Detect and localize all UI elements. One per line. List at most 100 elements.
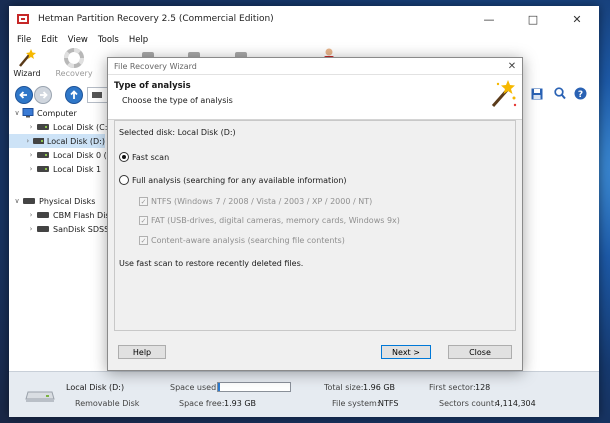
file-system-label: File system:	[332, 399, 380, 408]
selected-disk-label: Selected disk: Local Disk (D:)	[119, 128, 236, 137]
status-disk-name: Local Disk (D:)	[66, 383, 125, 392]
tree-sandisk-label: SanDisk SDSSD	[53, 224, 116, 234]
sidebar-tree: ∨ Computer › Local Disk (C:) › Local Dis…	[9, 106, 117, 371]
menu-file[interactable]: File	[12, 35, 36, 45]
wizard-label: Wizard	[13, 69, 41, 78]
save-disk-icon[interactable]	[531, 88, 543, 100]
first-sector-label: First sector:	[429, 383, 476, 392]
search-icon[interactable]	[554, 87, 566, 100]
chevron-right-icon[interactable]: ›	[23, 137, 32, 145]
minimize-button[interactable]: —	[467, 6, 511, 32]
ntfs-label: NTFS (Windows 7 / 2008 / Vista / 2003 / …	[151, 197, 373, 206]
svg-text:?: ?	[578, 90, 583, 100]
close-button[interactable]: Close	[448, 345, 512, 359]
space-free-label: Space free:	[179, 399, 225, 408]
hint-label: Use fast scan to restore recently delete…	[119, 259, 304, 268]
tree-physical-label: Physical Disks	[39, 196, 96, 206]
tree-disk-c-label: Local Disk (C:)	[53, 122, 111, 132]
tree-cbm-flash[interactable]: › CBM Flash Disk	[26, 208, 115, 222]
chevron-right-icon[interactable]: ›	[26, 151, 36, 159]
disk-drive-icon	[37, 166, 49, 172]
menu-help[interactable]: Help	[124, 35, 153, 45]
dialog-header: Type of analysis Choose the type of anal…	[108, 75, 522, 120]
tree-disk-c[interactable]: › Local Disk (C:)	[26, 120, 111, 134]
disk-drive-icon	[37, 152, 49, 158]
chevron-right-icon[interactable]: ›	[26, 225, 36, 233]
hint-text: Use fast scan to restore recently delete…	[119, 259, 303, 268]
drive-small-icon	[92, 92, 102, 98]
close-window-button[interactable]: ✕	[555, 6, 599, 32]
disk-drive-icon	[37, 124, 49, 130]
tree-computer-label: Computer	[37, 108, 77, 118]
disk-drive-icon	[32, 138, 44, 144]
help-button[interactable]: Help	[118, 345, 166, 359]
computer-icon	[22, 108, 34, 118]
next-button[interactable]: Next >	[381, 345, 431, 359]
dialog-header-subtitle: Choose the type of analysis	[122, 96, 233, 105]
space-free-value: 1.93 GB	[224, 399, 257, 408]
space-used-fill	[218, 383, 221, 391]
fat-checkbox[interactable]: ✓	[139, 216, 148, 225]
full-analysis-option[interactable]: Full analysis (searching for any availab…	[119, 175, 347, 185]
menu-bar: File Edit View Tools Help	[9, 32, 599, 48]
dialog-header-title: Type of analysis	[114, 81, 191, 91]
status-disk-type: Removable Disk	[75, 399, 140, 408]
tree-disk-1-label: Local Disk 1	[53, 164, 102, 174]
dialog-title-bar: File Recovery Wizard ✕	[108, 58, 522, 75]
full-analysis-radio[interactable]	[119, 175, 129, 185]
chevron-down-icon[interactable]: ∨	[12, 197, 22, 205]
file-recovery-wizard-dialog: File Recovery Wizard ✕ Type of analysis …	[107, 57, 523, 371]
chevron-right-icon[interactable]: ›	[26, 165, 36, 173]
disk-drive-icon	[37, 226, 49, 232]
content-aware-label: Content-aware analysis (searching file c…	[151, 236, 345, 245]
menu-tools[interactable]: Tools	[93, 35, 124, 45]
fat-label: FAT (USB-drives, digital cameras, memory…	[151, 216, 400, 225]
status-bar: Local Disk (D:) Removable Disk Space use…	[9, 371, 599, 417]
tree-disk-0[interactable]: › Local Disk 0 (Sy	[26, 148, 117, 162]
dialog-close-icon[interactable]: ✕	[502, 61, 522, 72]
sectors-count-label: Sectors count:	[439, 399, 497, 408]
menu-edit[interactable]: Edit	[36, 35, 62, 45]
tree-disk-1[interactable]: › Local Disk 1	[26, 162, 102, 176]
forward-button[interactable]	[33, 85, 52, 104]
fast-scan-option[interactable]: Fast scan	[119, 152, 169, 162]
sectors-count-value: 4,114,304	[495, 399, 536, 408]
content-aware-checkbox[interactable]: ✓	[139, 236, 148, 245]
up-button[interactable]	[64, 85, 83, 104]
tree-computer[interactable]: ∨ Computer	[12, 106, 77, 120]
selected-disk-text: Selected disk: Local Disk (D:)	[119, 128, 236, 137]
physical-disk-icon	[23, 198, 35, 204]
total-size-value: 1.96 GB	[363, 383, 396, 392]
tree-cbm-flash-label: CBM Flash Disk	[53, 210, 115, 220]
menu-view[interactable]: View	[63, 35, 93, 45]
ntfs-option[interactable]: ✓ NTFS (Windows 7 / 2008 / Vista / 2003 …	[139, 197, 372, 206]
address-field[interactable]	[87, 87, 109, 103]
chevron-right-icon[interactable]: ›	[26, 123, 36, 131]
title-bar: Hetman Partition Recovery 2.5 (Commercia…	[9, 6, 599, 32]
wizard-button[interactable]: Wizard	[7, 48, 47, 78]
magic-wand-icon	[491, 80, 517, 107]
tree-disk-d[interactable]: › Local Disk (D:)	[9, 134, 105, 148]
maximize-button[interactable]: □	[511, 6, 555, 32]
full-analysis-label: Full analysis (searching for any availab…	[132, 175, 347, 185]
disk-drive-icon	[37, 212, 49, 218]
removable-disk-icon	[25, 391, 55, 402]
chevron-right-icon[interactable]: ›	[26, 211, 36, 219]
fast-scan-radio[interactable]	[119, 152, 129, 162]
window-title: Hetman Partition Recovery 2.5 (Commercia…	[38, 14, 274, 24]
content-aware-option[interactable]: ✓ Content-aware analysis (searching file…	[139, 236, 345, 245]
dialog-title: File Recovery Wizard	[114, 61, 197, 71]
file-system-value: NTFS	[378, 399, 399, 408]
ntfs-checkbox[interactable]: ✓	[139, 197, 148, 206]
chevron-down-icon[interactable]: ∨	[12, 109, 22, 117]
recovery-label: Recovery	[55, 69, 93, 78]
back-button[interactable]	[14, 85, 33, 104]
fat-option[interactable]: ✓ FAT (USB-drives, digital cameras, memo…	[139, 216, 400, 225]
space-used-bar	[217, 382, 291, 392]
help-icon[interactable]: ?	[574, 87, 587, 100]
recovery-button[interactable]: Recovery	[54, 48, 94, 78]
tree-disk-d-label: Local Disk (D:)	[46, 136, 105, 146]
tree-physical-disks[interactable]: ∨ Physical Disks	[12, 194, 95, 208]
dialog-content: Selected disk: Local Disk (D:) Fast scan…	[114, 120, 516, 331]
tree-sandisk[interactable]: › SanDisk SDSSD	[26, 222, 116, 236]
